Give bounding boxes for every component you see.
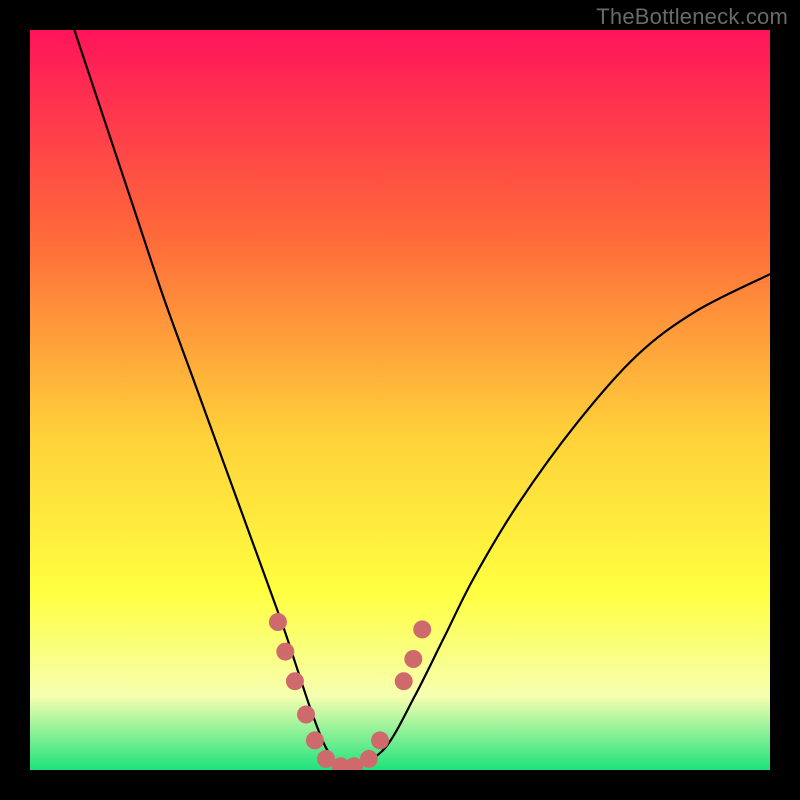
curve-marker: [360, 750, 378, 768]
curve-layer: [30, 30, 770, 770]
curve-marker: [286, 672, 304, 690]
curve-marker: [395, 672, 413, 690]
plot-area: [30, 30, 770, 770]
chart-stage: TheBottleneck.com: [0, 0, 800, 800]
curve-marker: [413, 620, 431, 638]
curve-marker: [404, 650, 422, 668]
curve-marker: [269, 613, 287, 631]
curve-marker: [297, 706, 315, 724]
curve-marker: [306, 731, 324, 749]
curve-marker: [371, 731, 389, 749]
curve-marker: [276, 643, 294, 661]
watermark-text: TheBottleneck.com: [596, 4, 788, 30]
marker-group: [269, 613, 431, 770]
